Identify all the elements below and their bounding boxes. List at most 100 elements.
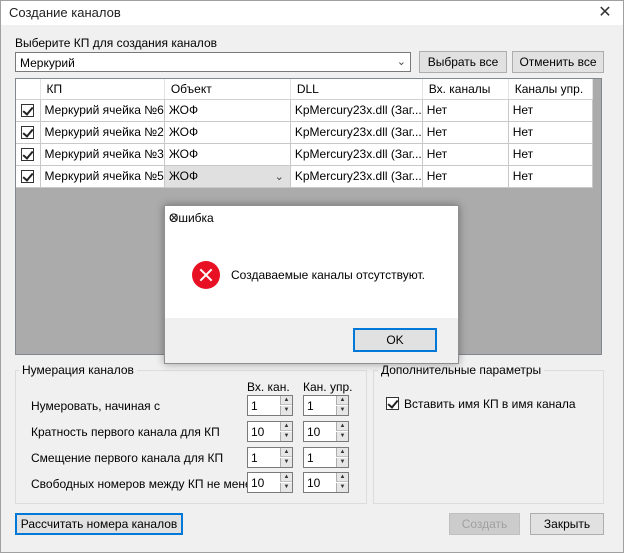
spin-up-icon[interactable]: ▲	[280, 448, 292, 457]
check-icon[interactable]	[21, 170, 35, 184]
select-all-button[interactable]: Выбрать все	[419, 51, 507, 73]
table-row[interactable]: Меркурий ячейка №2 ЖОФ KpMercury23x.dll …	[16, 121, 593, 144]
chevron-down-icon[interactable]: ⌄	[275, 170, 284, 183]
numbering-col-in: Вх. кан.	[247, 380, 290, 394]
close-icon[interactable]: ✕	[169, 211, 450, 225]
row-object: ЖОФ	[168, 169, 199, 183]
create-channels-window: Создание каналов ✕ Выберите КП для созда…	[0, 0, 624, 553]
spin-up-icon[interactable]: ▲	[336, 396, 348, 405]
row-dll: KpMercury23x.dll (Заг...	[290, 165, 423, 188]
free-in-value: 10	[251, 476, 265, 490]
title-bar: Создание каналов ✕	[1, 1, 623, 25]
calc-channel-numbers-button[interactable]: Рассчитать номера каналов	[15, 513, 183, 535]
spin-up-icon[interactable]: ▲	[336, 448, 348, 457]
offset-in-value: 1	[251, 451, 258, 465]
offset-ctrl-value: 1	[307, 451, 314, 465]
offset-ctrl-stepper[interactable]: 1 ▲ ▼	[303, 447, 349, 468]
row-ctrl-channels: Нет	[508, 165, 593, 188]
window-title: Создание каналов	[9, 5, 121, 20]
insert-kp-name-label[interactable]: Вставить имя КП в имя канала	[404, 397, 576, 411]
multiplicity-ctrl-stepper[interactable]: 10 ▲ ▼	[303, 421, 349, 442]
row-dll: KpMercury23x.dll (Заг...	[290, 143, 423, 166]
window-close-icon[interactable]: ✕	[595, 3, 615, 23]
spin-up-icon[interactable]: ▲	[280, 473, 292, 482]
create-button[interactable]: Создать	[449, 513, 520, 535]
error-dialog: Ошибка ✕ Создаваемые каналы отсутствуют.…	[164, 205, 459, 364]
grid-header-object[interactable]: Объект	[164, 79, 291, 100]
numbering-label-offset: Смещение первого канала для КП	[31, 451, 224, 465]
row-kp: Меркурий ячейка №2	[40, 121, 165, 144]
table-row[interactable]: Меркурий ячейка №6 ЖОФ KpMercury23x.dll …	[16, 99, 593, 122]
check-icon[interactable]	[21, 148, 35, 162]
extra-params-group	[373, 370, 604, 504]
spin-down-icon[interactable]: ▼	[336, 458, 348, 467]
error-dialog-body: Создаваемые каналы отсутствуют.	[165, 230, 458, 318]
row-in-channels: Нет	[422, 165, 509, 188]
spin-down-icon[interactable]: ▼	[280, 406, 292, 415]
table-row[interactable]: Меркурий ячейка №3 ЖОФ KpMercury23x.dll …	[16, 143, 593, 166]
offset-in-stepper[interactable]: 1 ▲ ▼	[247, 447, 293, 468]
row-in-channels: Нет	[422, 99, 509, 122]
start-ctrl-stepper[interactable]: 1 ▲ ▼	[303, 395, 349, 416]
row-object[interactable]: ЖОФ	[164, 121, 291, 144]
check-icon[interactable]	[21, 126, 35, 140]
row-checkbox-cell[interactable]	[16, 99, 41, 122]
spin-up-icon[interactable]: ▲	[336, 422, 348, 431]
deselect-all-button[interactable]: Отменить все	[512, 51, 604, 73]
grid-header-row: КП Объект DLL Вх. каналы Каналы упр.	[16, 79, 593, 100]
spin-down-icon[interactable]: ▼	[280, 483, 292, 492]
spin-up-icon[interactable]: ▲	[336, 473, 348, 482]
numbering-col-ctrl: Кан. упр.	[303, 380, 353, 394]
free-ctrl-value: 10	[307, 476, 321, 490]
error-message: Создаваемые каналы отсутствуют.	[231, 268, 426, 282]
multiplicity-in-value: 10	[251, 425, 265, 439]
row-checkbox-cell[interactable]	[16, 143, 41, 166]
grid-header-dll[interactable]: DLL	[290, 79, 423, 100]
spin-down-icon[interactable]: ▼	[336, 432, 348, 441]
error-icon	[192, 261, 220, 289]
ok-button[interactable]: OK	[353, 328, 437, 352]
spin-down-icon[interactable]: ▼	[336, 406, 348, 415]
spin-up-icon[interactable]: ▲	[280, 422, 292, 431]
chevron-down-icon: ⌄	[396, 56, 406, 68]
row-object[interactable]: ЖОФ	[164, 143, 291, 166]
spin-up-icon[interactable]: ▲	[280, 396, 292, 405]
row-in-channels: Нет	[422, 121, 509, 144]
spin-down-icon[interactable]: ▼	[280, 458, 292, 467]
row-object-editor[interactable]: ЖОФ ⌄	[164, 165, 291, 188]
free-ctrl-stepper[interactable]: 10 ▲ ▼	[303, 472, 349, 493]
spin-down-icon[interactable]: ▼	[280, 432, 292, 441]
start-ctrl-value: 1	[307, 399, 314, 413]
error-dialog-titlebar: Ошибка ✕	[165, 206, 458, 230]
row-kp: Меркурий ячейка №6	[40, 99, 165, 122]
grid-header-kp[interactable]: КП	[40, 79, 165, 100]
row-object[interactable]: ЖОФ	[164, 99, 291, 122]
grid-header-ctrl-channels[interactable]: Каналы упр.	[508, 79, 593, 100]
check-icon[interactable]	[386, 397, 399, 410]
spin-down-icon[interactable]: ▼	[336, 483, 348, 492]
row-kp: Меркурий ячейка №5	[40, 165, 165, 188]
numbering-label-free: Свободных номеров между КП не менее	[31, 477, 259, 491]
row-checkbox-cell[interactable]	[16, 121, 41, 144]
close-button[interactable]: Закрыть	[530, 513, 604, 535]
numbering-label-start: Нумеровать, начиная с	[31, 399, 160, 413]
kp-select[interactable]: Меркурий ⌄	[15, 52, 411, 72]
grid-header-in-channels[interactable]: Вх. каналы	[422, 79, 509, 100]
numbering-label-multiplicity: Кратность первого канала для КП	[31, 425, 220, 439]
extra-params-title: Дополнительные параметры	[378, 363, 545, 377]
check-icon[interactable]	[21, 104, 35, 118]
multiplicity-in-stepper[interactable]: 10 ▲ ▼	[247, 421, 293, 442]
row-ctrl-channels: Нет	[508, 99, 593, 122]
kp-select-value: Меркурий	[20, 56, 75, 70]
grid-header-check	[16, 79, 41, 100]
table-row[interactable]: Меркурий ячейка №5 ЖОФ ⌄ KpMercury23x.dl…	[16, 165, 593, 188]
row-checkbox-cell[interactable]	[16, 165, 41, 188]
row-dll: KpMercury23x.dll (Заг...	[290, 121, 423, 144]
row-in-channels: Нет	[422, 143, 509, 166]
free-in-stepper[interactable]: 10 ▲ ▼	[247, 472, 293, 493]
row-ctrl-channels: Нет	[508, 143, 593, 166]
start-in-value: 1	[251, 399, 258, 413]
start-in-stepper[interactable]: 1 ▲ ▼	[247, 395, 293, 416]
row-ctrl-channels: Нет	[508, 121, 593, 144]
numbering-group-title: Нумерация каналов	[19, 363, 137, 377]
